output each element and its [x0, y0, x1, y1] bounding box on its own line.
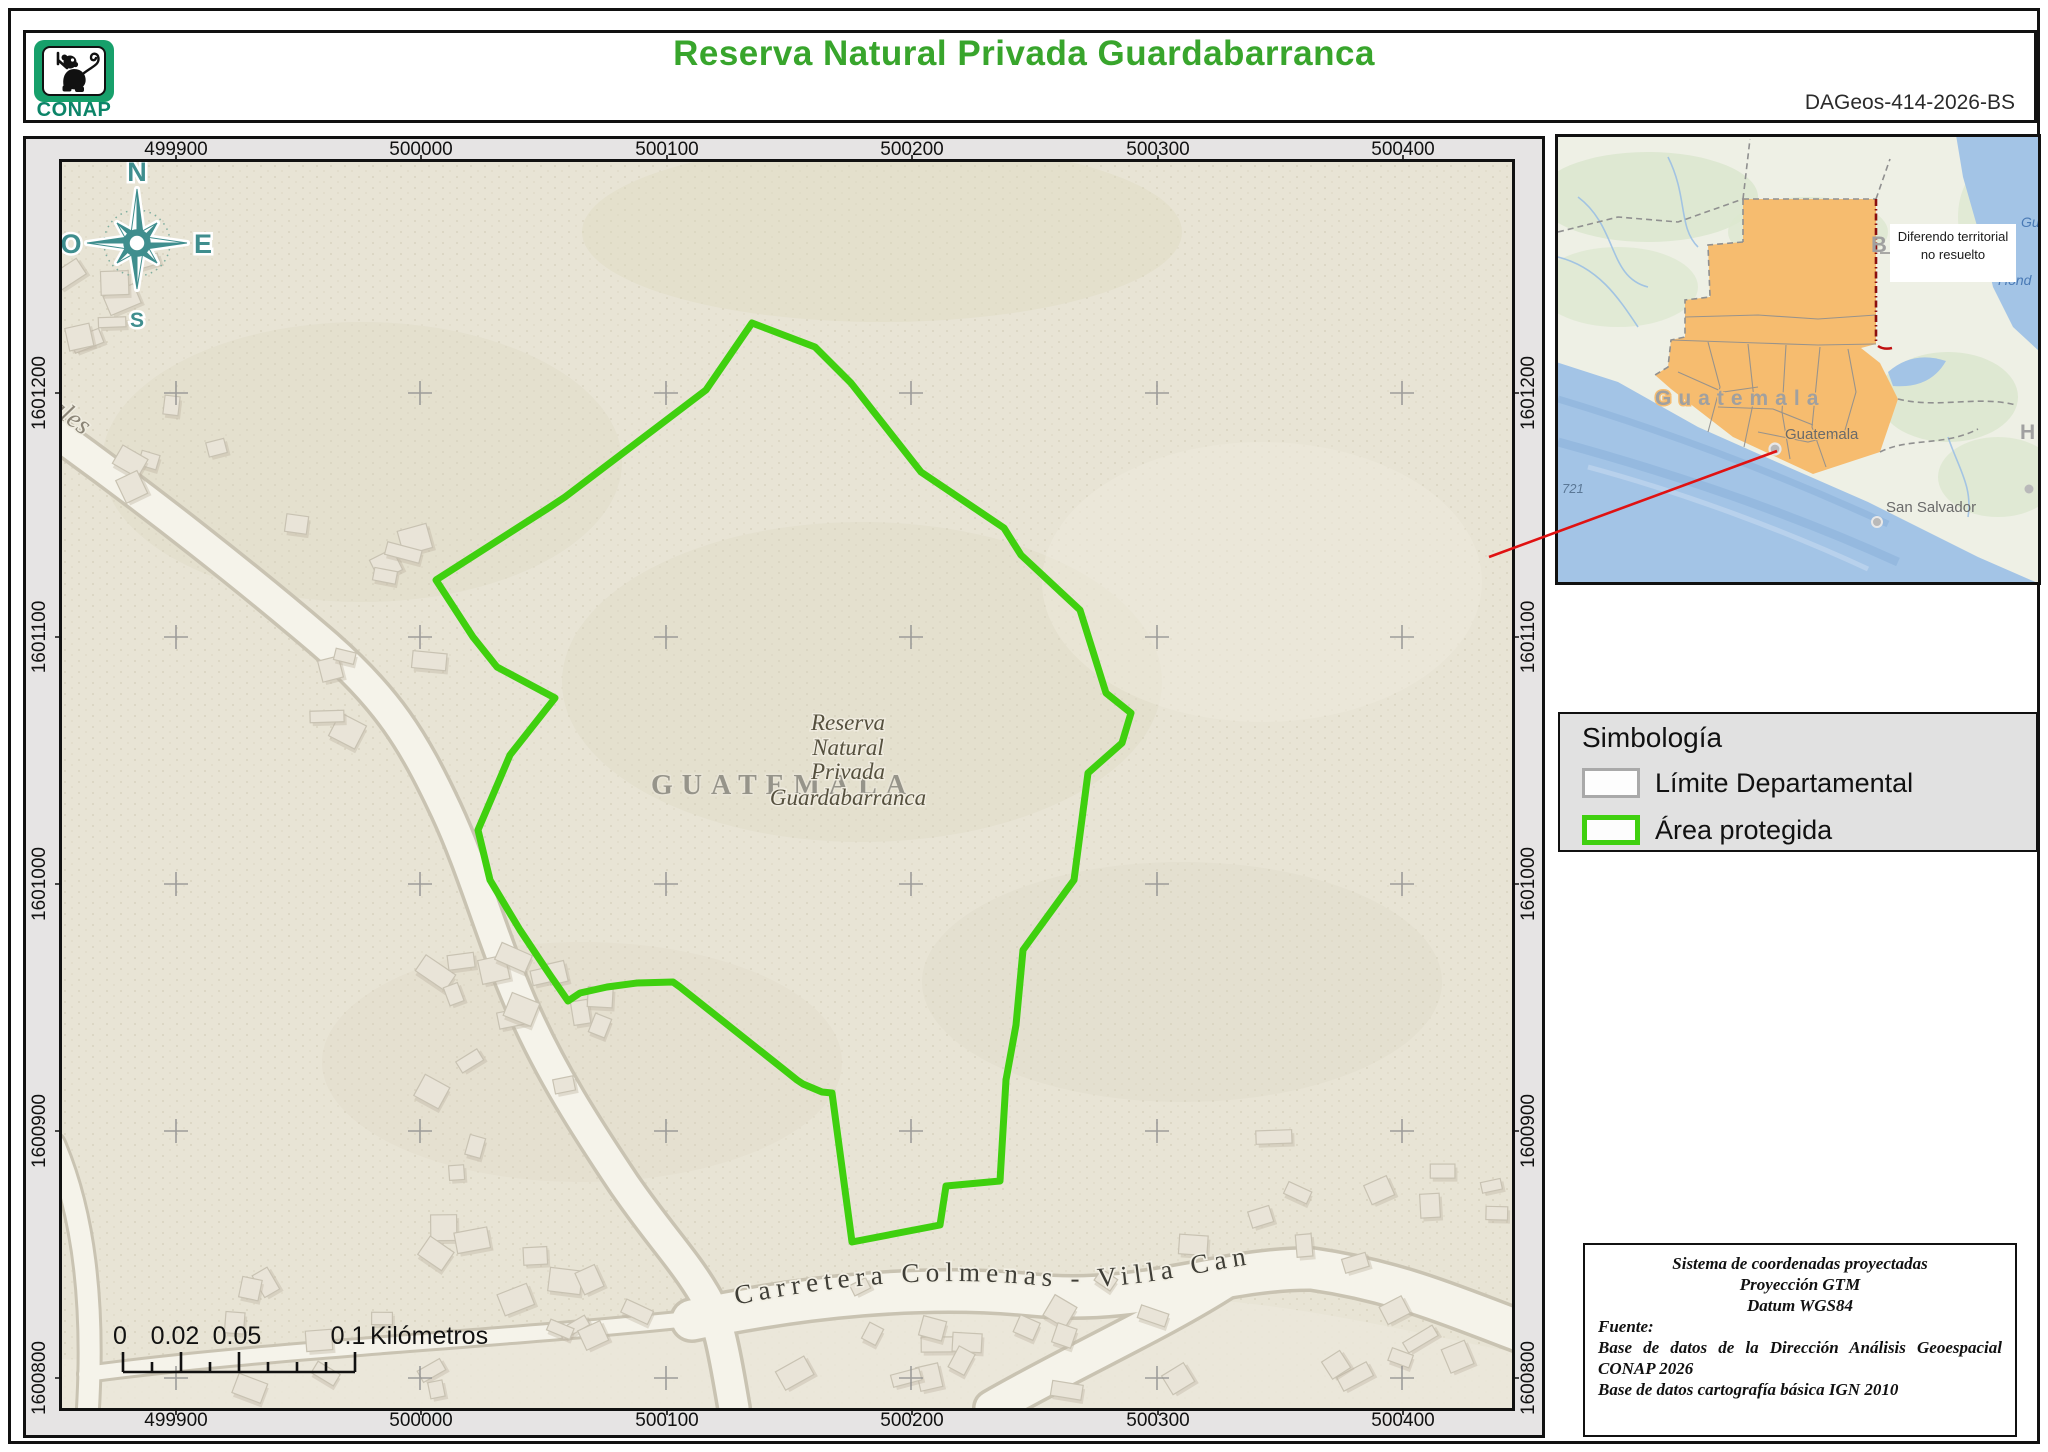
- inset-city-dot: [1872, 517, 1882, 527]
- scalebar-tick-label: 0.05: [213, 1322, 262, 1350]
- legend-item: Área protegida: [1582, 811, 2022, 849]
- main-map: N E O S GUATEMALA Reserva Natural Privad…: [62, 162, 1512, 1408]
- territorial-note: Diferendo territorial no resuelto: [1890, 224, 2016, 282]
- protected-area-swatch: [1582, 815, 1640, 845]
- inset-capital-label: Guatemala: [1785, 426, 1859, 443]
- axis-label-y: 1601000: [1519, 824, 1539, 944]
- axis-label-x: 500100: [607, 1411, 727, 1431]
- page-title: Reserva Natural Privada Guardabarranca: [0, 34, 2048, 74]
- axis-label-y: 1601000: [30, 824, 50, 944]
- axis-label-y: 1600800: [1519, 1318, 1539, 1438]
- compass-south-label: S: [130, 309, 144, 332]
- projection-line: Datum WGS84: [1598, 1295, 2002, 1316]
- area-label-line: Reserva: [810, 710, 885, 735]
- inset-honduras-label: Ho: [2020, 421, 2038, 444]
- compass-east-label: E: [194, 229, 212, 259]
- projection-line: Proyección GTM: [1598, 1274, 2002, 1295]
- axis-label-y: 1600900: [30, 1071, 50, 1191]
- source-line: CONAP 2026: [1598, 1358, 2002, 1379]
- legend-item: Límite Departamental: [1582, 764, 2022, 802]
- axis-label-x: 500300: [1098, 140, 1218, 160]
- legend-title: Simbología: [1582, 722, 1722, 754]
- axis-label-x: 500000: [361, 1411, 481, 1431]
- axis-label-x: 500000: [361, 140, 481, 160]
- conap-logo-text: CONAP: [24, 99, 124, 122]
- scalebar-tick-label: 0.02: [151, 1322, 200, 1350]
- document-code: DAGeos-414-2026-BS: [1580, 90, 2027, 116]
- legend-item-label: Área protegida: [1655, 815, 1832, 846]
- area-label-line: Natural: [811, 735, 884, 760]
- inset-city-label: San Salvador: [1886, 499, 1976, 516]
- inset-country-label: Guatemala: [1655, 387, 1825, 410]
- inset-depth-label: 721: [1562, 481, 1584, 496]
- axis-label-x: 500100: [607, 140, 727, 160]
- departmental-boundary-swatch: [1582, 768, 1640, 798]
- axis-label-y: 1601200: [30, 333, 50, 453]
- compass-west-label: O: [62, 229, 82, 259]
- inset-capital-dot: [1770, 444, 1781, 455]
- inset-town-dot: [2025, 485, 2034, 494]
- map-sheet: CONAP Reserva Natural Privada Guardabarr…: [0, 0, 2048, 1452]
- source-line: Base de datos de la Dirección Análisis G…: [1598, 1337, 2002, 1358]
- scalebar-unit-label: Kilómetros: [370, 1322, 488, 1350]
- scalebar-tick-label: 0: [113, 1322, 127, 1350]
- source-line: Base de datos cartografía básica IGN 201…: [1598, 1379, 2002, 1400]
- source-info-box: Sistema de coordenadas proyectadas Proye…: [1583, 1243, 2017, 1437]
- axis-label-y: 1601100: [1519, 577, 1539, 697]
- legend-item-label: Límite Departamental: [1655, 768, 1913, 799]
- area-label-line: Guardabarranca: [770, 785, 926, 810]
- axis-label-y: 1601200: [1519, 333, 1539, 453]
- scalebar-end-label: 0.1: [331, 1322, 366, 1350]
- axis-label-x: 500300: [1098, 1411, 1218, 1431]
- axis-label-x: 499900: [116, 140, 236, 160]
- axis-label-x: 500400: [1343, 140, 1463, 160]
- axis-label-x: 499900: [116, 1411, 236, 1431]
- inset-belize-label: B: [1871, 232, 1887, 257]
- axis-label-x: 500200: [852, 1411, 972, 1431]
- source-heading: Fuente:: [1598, 1316, 2002, 1337]
- axis-label-y: 1601100: [30, 577, 50, 697]
- axis-label-y: 1600900: [1519, 1071, 1539, 1191]
- axis-label-y: 1600800: [30, 1318, 50, 1438]
- inset-water-label: Gu: [2021, 214, 2038, 230]
- compass-north-label: N: [127, 162, 147, 187]
- axis-label-x: 500400: [1343, 1411, 1463, 1431]
- inset-map: B Guatemala Ho Guatemala San Salvador 72…: [1558, 137, 2038, 582]
- axis-label-x: 500200: [852, 140, 972, 160]
- area-label-line: Privada: [810, 759, 885, 784]
- projection-line: Sistema de coordenadas proyectadas: [1598, 1253, 2002, 1274]
